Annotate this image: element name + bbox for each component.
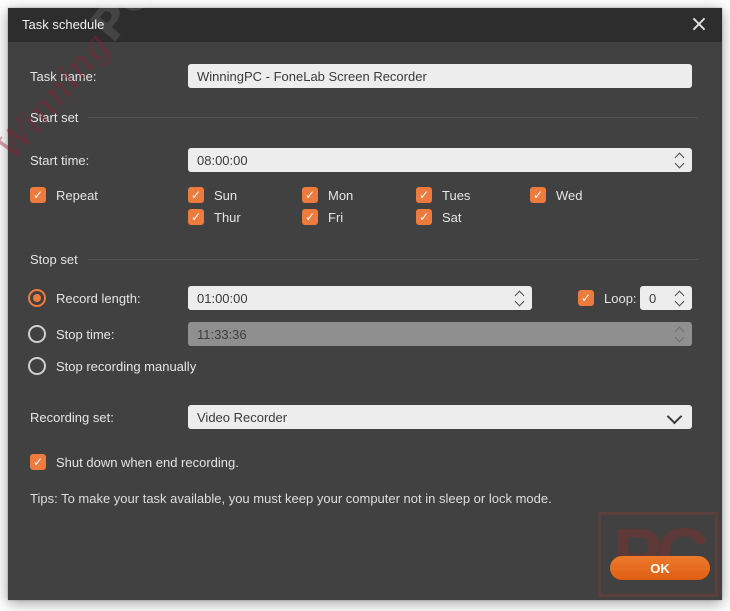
day-checkbox-fri[interactable]: ✓ Fri	[302, 209, 343, 225]
tips-text: Tips: To make your task available, you m…	[30, 491, 552, 506]
start-time-input[interactable]: 08:00:00	[188, 148, 692, 172]
radio-unselected-icon	[28, 357, 46, 375]
spinner-down-icon	[674, 332, 684, 342]
title-bar[interactable]: Task schedule ×	[8, 8, 722, 42]
recording-set-select[interactable]: Video Recorder	[188, 405, 692, 429]
stop-time-value: 11:33:36	[197, 326, 247, 342]
check-icon: ✓	[30, 454, 46, 470]
day-label: Sun	[214, 187, 238, 203]
pc-logo-text: PC	[612, 512, 710, 596]
day-label: Tues	[442, 187, 471, 203]
check-icon: ✓	[302, 209, 318, 225]
record-length-radio[interactable]: Record length:	[28, 289, 141, 307]
recording-set-value: Video Recorder	[197, 409, 288, 425]
day-label: Mon	[328, 187, 354, 203]
task-name-value: WinningPC - FoneLab Screen Recorder	[197, 68, 427, 84]
day-checkbox-sat[interactable]: ✓ Sat	[416, 209, 462, 225]
stop-manually-label: Stop recording manually	[56, 358, 197, 374]
start-time-value: 08:00:00	[197, 152, 248, 168]
task-name-input[interactable]: WinningPC - FoneLab Screen Recorder	[188, 64, 692, 88]
record-length-value: 01:00:00	[197, 290, 248, 306]
repeat-checkbox[interactable]: ✓ Repeat	[30, 187, 98, 203]
task-schedule-dialog: Task schedule × Winning PC Task name: Wi…	[0, 0, 722, 600]
spinner-down-icon[interactable]	[514, 296, 524, 306]
stop-set-section-label: Stop set	[30, 252, 78, 267]
loop-count-spinner	[673, 286, 685, 310]
check-icon: ✓	[530, 187, 546, 203]
check-icon: ✓	[302, 187, 318, 203]
stop-time-label: Stop time:	[56, 326, 115, 342]
record-length-spinner	[513, 286, 525, 310]
window-title: Task schedule	[22, 17, 105, 32]
check-icon: ✓	[416, 187, 432, 203]
pc-logo-watermark: PC	[598, 512, 718, 597]
loop-count-value: 0	[649, 290, 657, 306]
check-icon: ✓	[30, 187, 46, 203]
record-length-input[interactable]: 01:00:00	[188, 286, 532, 310]
repeat-label: Repeat	[56, 187, 98, 203]
loop-label: Loop:	[604, 290, 637, 306]
day-checkbox-wed[interactable]: ✓ Wed	[530, 187, 583, 203]
loop-count-input[interactable]: 0	[640, 286, 692, 310]
chevron-down-icon	[666, 408, 683, 425]
loop-checkbox[interactable]: ✓ Loop:	[578, 290, 637, 306]
day-checkbox-tues[interactable]: ✓ Tues	[416, 187, 470, 203]
record-length-label: Record length:	[56, 290, 141, 306]
check-icon: ✓	[416, 209, 432, 225]
radio-selected-icon	[28, 289, 46, 307]
shutdown-checkbox[interactable]: ✓ Shut down when end recording.	[30, 454, 239, 470]
check-icon: ✓	[188, 187, 204, 203]
spinner-down-icon[interactable]	[674, 158, 684, 168]
close-icon: ×	[689, 12, 709, 37]
page-background: Task schedule × Winning PC Task name: Wi…	[0, 0, 730, 611]
section-divider	[88, 259, 698, 260]
day-label: Thur	[214, 209, 241, 225]
shutdown-label: Shut down when end recording.	[56, 454, 239, 470]
start-time-label: Start time:	[30, 153, 90, 168]
day-checkbox-thur[interactable]: ✓ Thur	[188, 209, 241, 225]
day-checkbox-mon[interactable]: ✓ Mon	[302, 187, 353, 203]
stop-time-spinner	[673, 322, 685, 346]
spinner-down-icon[interactable]	[674, 296, 684, 306]
section-divider	[88, 117, 698, 118]
close-button[interactable]: ×	[686, 12, 712, 38]
stop-manually-radio[interactable]: Stop recording manually	[28, 357, 196, 375]
stop-time-input: 11:33:36	[188, 322, 692, 346]
ok-button[interactable]: OK	[610, 556, 710, 580]
start-time-spinner	[673, 148, 685, 172]
recording-set-label: Recording set:	[30, 410, 114, 425]
day-label: Fri	[328, 209, 344, 225]
check-icon: ✓	[578, 290, 594, 306]
radio-unselected-icon	[28, 325, 46, 343]
day-checkbox-sun[interactable]: ✓ Sun	[188, 187, 237, 203]
check-icon: ✓	[188, 209, 204, 225]
day-label: Wed	[556, 187, 583, 203]
winningpc-watermark-script: Winning	[0, 25, 119, 169]
stop-time-radio[interactable]: Stop time:	[28, 325, 115, 343]
day-label: Sat	[442, 209, 462, 225]
task-name-label: Task name:	[30, 69, 97, 84]
start-set-section-label: Start set	[30, 110, 79, 125]
